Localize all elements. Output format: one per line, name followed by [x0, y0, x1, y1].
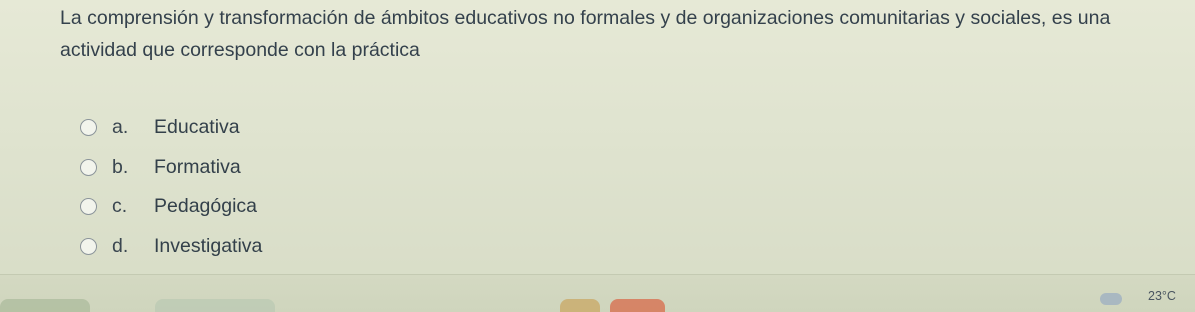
cloud-icon[interactable]: [1100, 293, 1122, 305]
taskbar: 23°C: [0, 274, 1195, 312]
option-letter: b.: [112, 155, 129, 178]
option-a[interactable]: a. Educativa: [80, 108, 262, 148]
answer-options: a. Educativa b. Formativa c. Pedagógica …: [80, 108, 262, 266]
radio-button-icon[interactable]: [80, 158, 97, 176]
taskbar-app-icon[interactable]: [610, 299, 665, 312]
option-letter: d.: [112, 234, 129, 257]
radio-button-icon[interactable]: [80, 237, 97, 255]
option-label: Pedagógica: [154, 195, 258, 218]
option-label: Formativa: [154, 155, 241, 178]
temperature-readout[interactable]: 23°C: [1148, 289, 1176, 303]
radio-button-icon[interactable]: [80, 119, 97, 137]
taskbar-app-icon[interactable]: [0, 299, 90, 312]
option-label: Educativa: [154, 116, 240, 139]
option-b[interactable]: b. Formativa: [80, 148, 262, 188]
option-c[interactable]: c. Pedagógica: [80, 187, 262, 227]
option-letter: a.: [112, 116, 129, 139]
taskbar-app-icon[interactable]: [560, 299, 600, 312]
option-d[interactable]: d. Investigativa: [80, 227, 262, 267]
radio-button-icon[interactable]: [80, 198, 97, 216]
option-letter: c.: [112, 195, 128, 218]
taskbar-app-icon[interactable]: [155, 299, 275, 312]
option-label: Investigativa: [154, 234, 263, 257]
question-text: La comprensión y transformación de ámbit…: [60, 7, 1111, 61]
